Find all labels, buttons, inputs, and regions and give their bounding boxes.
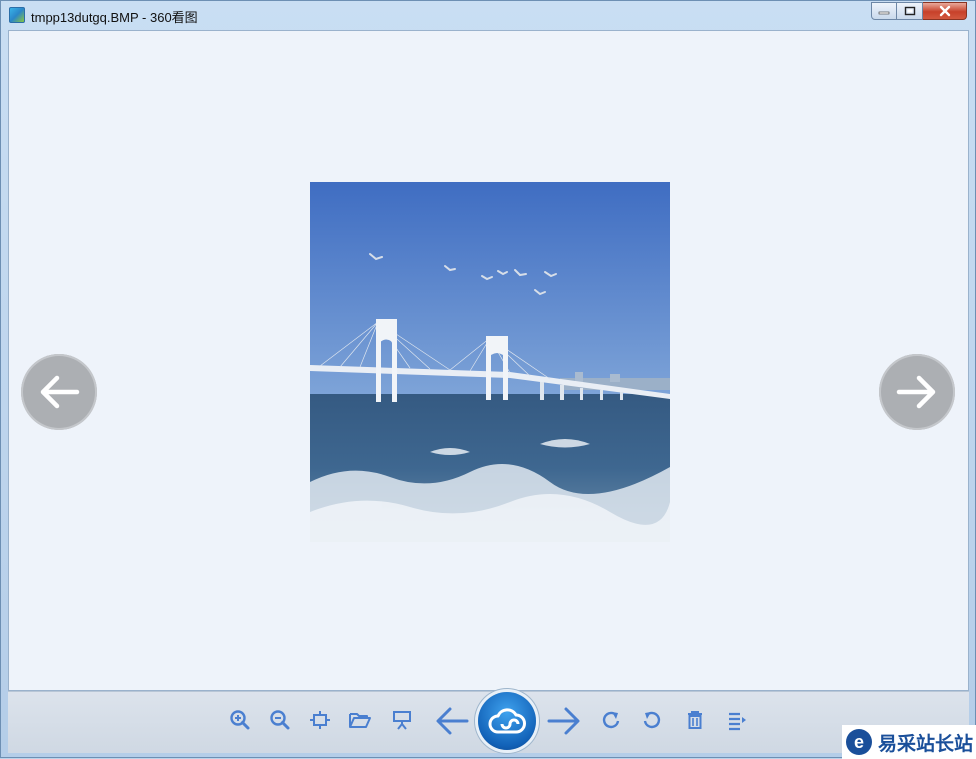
cloud-button[interactable] [478, 692, 536, 750]
delete-icon [688, 711, 702, 729]
arrow-right-icon [896, 375, 936, 409]
watermark-text: 易采站长站 [878, 733, 974, 755]
toolbar-previous-button[interactable] [434, 703, 470, 739]
close-button[interactable] [923, 2, 967, 20]
zoom-out-button[interactable] [267, 707, 293, 733]
app-window: tmpp13dutgq.BMP - 360看图 e 易采站长站 [0, 0, 976, 759]
app-icon [9, 7, 25, 23]
zoom-in-icon [230, 710, 250, 730]
maximize-button[interactable] [897, 2, 923, 20]
open-folder-icon [349, 713, 371, 728]
menu-button[interactable] [724, 707, 750, 733]
rotate-counterclockwise-icon [643, 711, 661, 729]
toolbar-next-button[interactable] [546, 703, 582, 739]
minimize-button[interactable] [871, 2, 897, 20]
arrow-left-icon [436, 707, 469, 735]
menu-icon [729, 712, 746, 731]
title-bar[interactable]: tmpp13dutgq.BMP - 360看图 [1, 1, 975, 30]
image-viewport[interactable] [8, 30, 969, 691]
rotate-clockwise-button[interactable] [598, 707, 624, 733]
bottom-toolbar [8, 691, 969, 753]
next-image-button[interactable] [879, 354, 955, 430]
open-folder-button[interactable] [347, 707, 373, 733]
rotate-counterclockwise-button[interactable] [639, 707, 665, 733]
cloud-icon [488, 708, 526, 734]
watermark: e 易采站长站 [842, 725, 976, 759]
delete-button[interactable] [682, 707, 708, 733]
window-title: tmpp13dutgq.BMP - 360看图 [31, 10, 198, 25]
minimize-icon [878, 11, 890, 15]
displayed-image [310, 182, 670, 542]
zoom-in-button[interactable] [227, 707, 253, 733]
window-controls [871, 2, 967, 22]
maximize-icon [904, 6, 915, 16]
slideshow-icon [393, 711, 411, 730]
fit-to-window-button[interactable] [307, 707, 333, 733]
watermark-logo-icon: e [846, 729, 872, 755]
zoom-out-icon [270, 710, 290, 730]
previous-image-button[interactable] [21, 354, 97, 430]
rotate-clockwise-icon [602, 711, 620, 729]
arrow-right-icon [547, 707, 580, 735]
fit-to-window-icon [310, 711, 330, 729]
arrow-left-icon [40, 375, 80, 409]
slideshow-button[interactable] [389, 707, 415, 733]
close-icon [939, 5, 950, 17]
